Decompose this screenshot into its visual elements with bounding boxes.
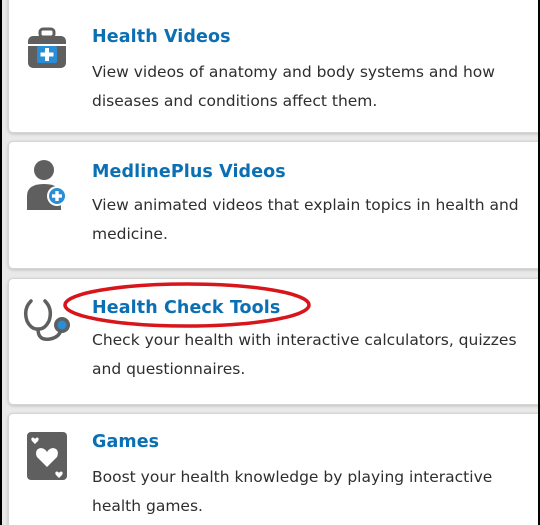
heart-card-icon bbox=[25, 430, 69, 480]
health-check-tools-link[interactable]: Health Check Tools bbox=[92, 298, 280, 318]
games-description: Boost your health knowledge by playing i… bbox=[92, 468, 493, 515]
card-medlineplus-videos: MedlinePlus Videos View animated videos … bbox=[8, 141, 538, 269]
games-link[interactable]: Games bbox=[92, 432, 159, 452]
health-check-tools-description: Check your health with interactive calcu… bbox=[92, 331, 517, 378]
health-videos-description: View videos of anatomy and body systems … bbox=[92, 63, 495, 110]
content-area: Health Videos View videos of anatomy and… bbox=[2, 0, 538, 525]
medlineplus-videos-link[interactable]: MedlinePlus Videos bbox=[92, 162, 286, 182]
medlineplus-videos-description: View animated videos that explain topics… bbox=[92, 196, 519, 243]
medical-kit-icon bbox=[25, 25, 69, 75]
card-health-check-tools: Health Check Tools Check your health wit… bbox=[8, 278, 538, 405]
card-health-videos: Health Videos View videos of anatomy and… bbox=[8, 0, 538, 133]
card-games: Games Boost your health knowledge by pla… bbox=[8, 413, 538, 525]
stethoscope-icon bbox=[21, 295, 73, 345]
health-videos-link[interactable]: Health Videos bbox=[92, 27, 231, 47]
person-plus-icon bbox=[25, 158, 69, 210]
